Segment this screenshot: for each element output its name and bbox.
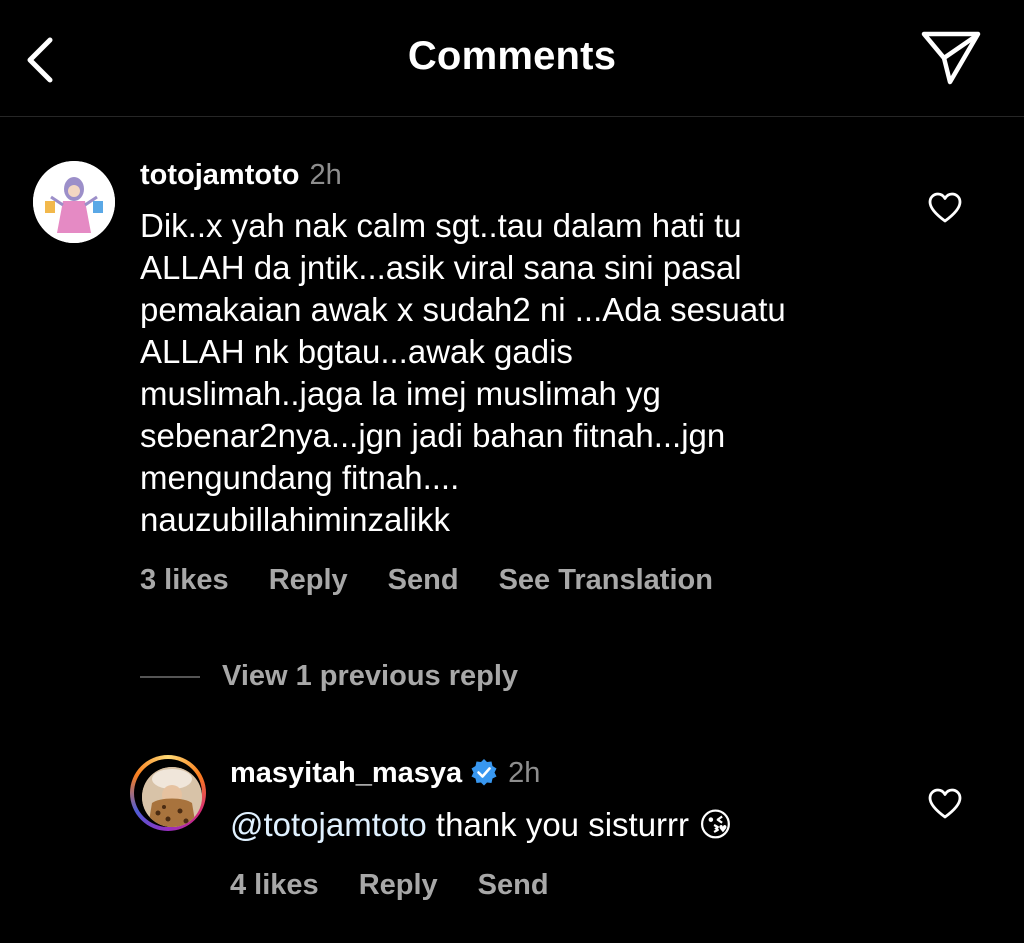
comment-line: ALLAH da jntik...asik viral sana sini pa… [140,249,742,286]
comment-line: muslimah..jaga la imej muslimah yg [140,375,661,412]
send-button[interactable]: Send [388,564,459,596]
avatar-story-ring[interactable] [130,755,206,831]
comment-line: nauzubillahiminzalikk [140,501,450,538]
avatar [142,767,202,827]
avatar-illustration [33,161,115,243]
comment-line: mengundang fitnah.... [140,459,460,496]
mention-link[interactable]: @totojamtoto [230,806,427,843]
view-replies-button[interactable]: View 1 previous reply [140,660,518,693]
reply-username[interactable]: masyitah_masya [230,757,462,789]
verified-badge-icon [471,759,497,786]
comment-username[interactable]: totojamtoto [140,159,299,191]
comment-line: ALLAH nk bgtau...awak gadis [140,333,573,370]
likes-count[interactable]: 3 likes [140,564,229,596]
reply-header: masyitah_masya 2h [230,757,540,790]
heart-icon[interactable] [928,192,962,224]
view-replies-label: View 1 previous reply [222,660,519,692]
comment-actions: 3 likes Reply Send See Translation [140,564,753,597]
reply-actions: 4 likes Reply Send [230,869,589,902]
comment-time: 2h [309,159,342,191]
reply-button[interactable]: Reply [359,869,438,901]
reply-time: 2h [508,757,541,789]
top-bar: Comments [0,0,1024,117]
send-button[interactable]: Send [478,869,549,901]
heart-icon[interactable] [928,788,962,820]
divider [140,675,200,678]
comment-line: Dik..x yah nak calm sgt..tau dalam hati … [140,207,742,244]
avatar-photo [142,767,202,827]
kissing-face-emoji: 😘 [698,806,733,843]
comment-header: totojamtoto 2h [140,159,342,192]
likes-count[interactable]: 4 likes [230,869,319,901]
page-title: Comments [407,34,617,78]
reply-button[interactable]: Reply [269,564,348,596]
reply-text: @totojamtoto thank you sisturrr 😘 [230,804,733,846]
see-translation-button[interactable]: See Translation [499,564,713,596]
reply-body: thank you sisturrr [426,806,699,843]
comment-line: pemakaian awak x sudah2 ni ...Ada sesuat… [140,291,786,328]
avatar[interactable] [33,161,115,243]
comment-text: Dik..x yah nak calm sgt..tau dalam hati … [140,205,786,541]
paper-plane-icon[interactable] [918,26,984,88]
comment-line: sebenar2nya...jgn jadi bahan fitnah...jg… [140,417,726,454]
